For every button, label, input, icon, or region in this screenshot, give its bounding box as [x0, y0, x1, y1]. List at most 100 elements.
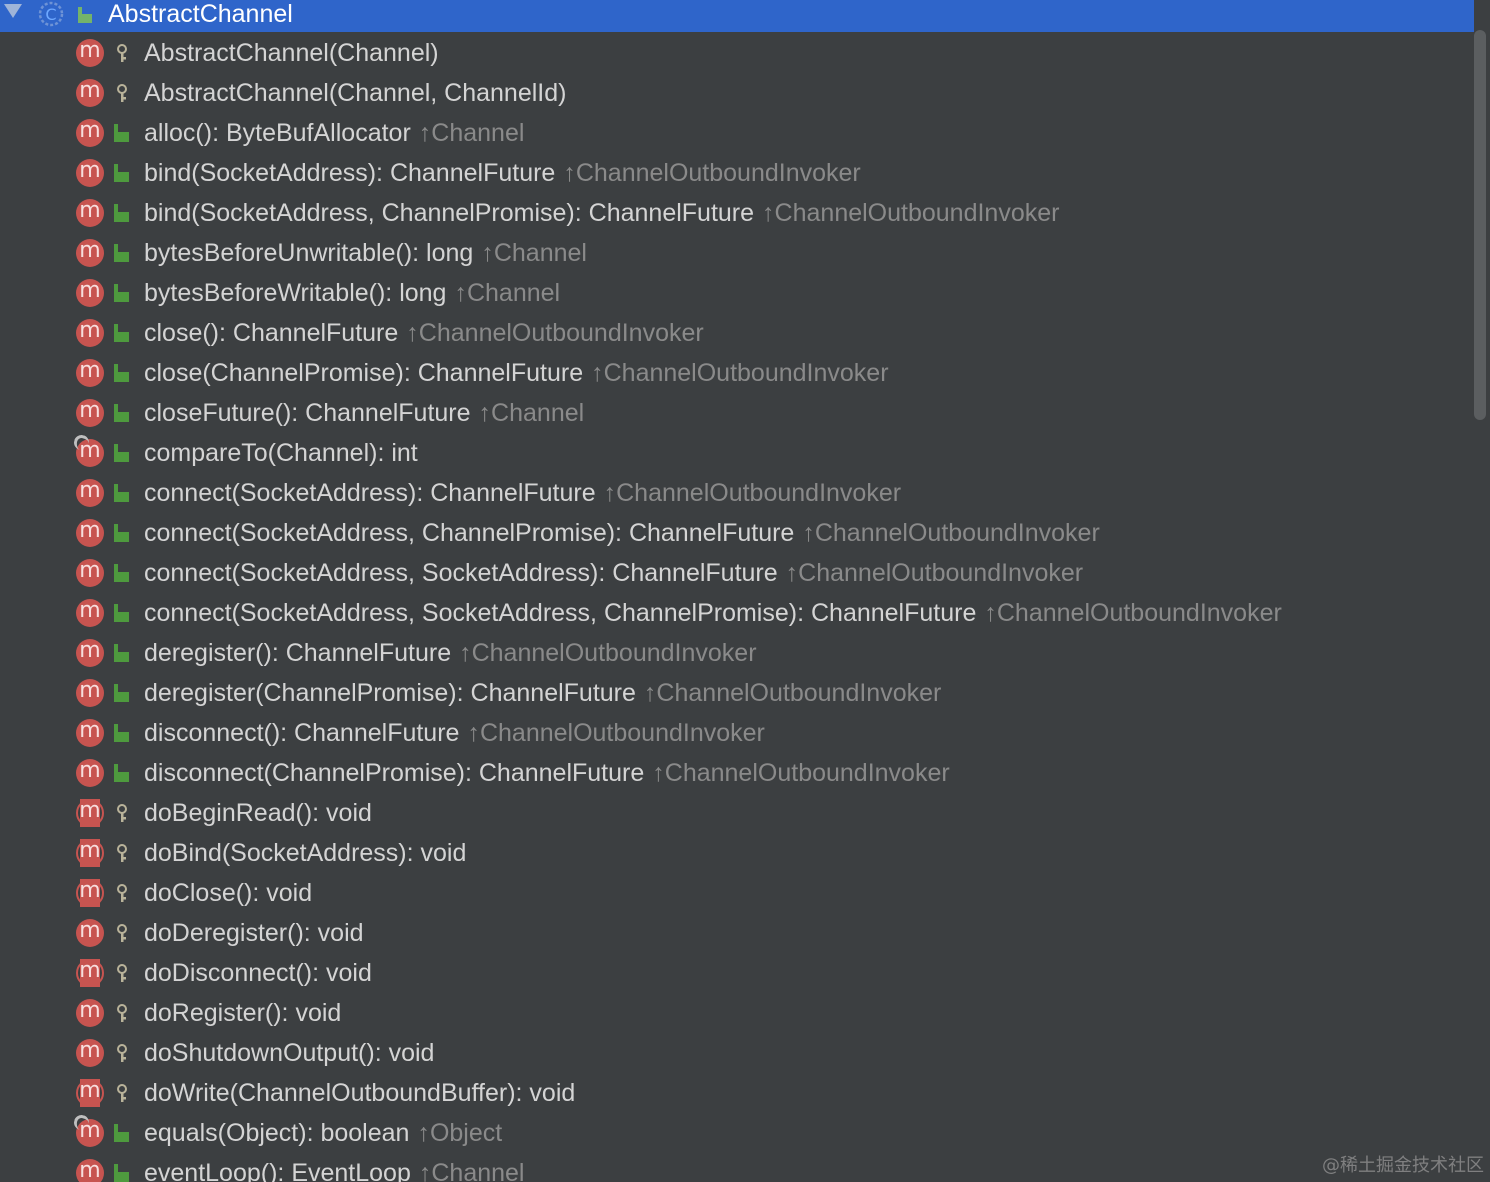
member-row[interactable]: m connect(SocketAddress): ChannelFuture ↑C… [0, 473, 1474, 513]
abstract-method-icon: m [76, 959, 104, 987]
member-signature: AbstractChannel(Channel) [144, 39, 439, 67]
member-signature: doWrite(ChannelOutboundBuffer): void [144, 1079, 576, 1107]
member-row[interactable]: m eventLoop(): EventLoop ↑Channel [0, 1153, 1474, 1182]
member-row[interactable]: m bytesBeforeWritable(): long ↑Channel [0, 273, 1474, 313]
member-text: doShutdownOutput(): void [144, 1037, 434, 1069]
member-row[interactable]: m compareTo(Channel): int [0, 433, 1474, 473]
member-row[interactable]: m doRegister(): void [0, 993, 1474, 1033]
method-icon-letter: m [79, 518, 101, 543]
protected-icon [117, 804, 127, 822]
expand-caret-icon[interactable] [4, 4, 22, 18]
abstract-method-icon: m [76, 799, 104, 827]
method-icon-letter: m [79, 438, 101, 463]
member-row[interactable]: m deregister(): ChannelFuture ↑ChannelOutb… [0, 633, 1474, 673]
inherited-from: ↑ChannelOutboundInvoker [467, 719, 765, 747]
public-icon [114, 684, 129, 702]
member-row[interactable]: m closeFuture(): ChannelFuture ↑Channel [0, 393, 1474, 433]
member-row[interactable]: m AbstractChannel(Channel, ChannelId) [0, 73, 1474, 113]
structure-panel: C AbstractChannel m AbstractChannel(Chann… [0, 0, 1490, 1182]
method-icon: m [76, 79, 104, 107]
member-row[interactable]: m deregister(ChannelPromise): ChannelFutu… [0, 673, 1474, 713]
method-icon: m [76, 239, 104, 267]
method-icon-letter: m [79, 278, 101, 303]
method-icon-letter: m [79, 358, 101, 383]
method-icon: m [76, 559, 104, 587]
member-signature: doDeregister(): void [144, 919, 364, 947]
member-signature: deregister(): ChannelFuture [144, 639, 452, 667]
public-icon [114, 284, 129, 302]
member-text: connect(SocketAddress, SocketAddress, Ch… [144, 597, 1282, 629]
member-row[interactable]: m doClose(): void [0, 873, 1474, 913]
method-icon: m [76, 1159, 104, 1182]
inherited-from: ↑ChannelOutboundInvoker [984, 599, 1282, 627]
member-row[interactable]: m doDeregister(): void [0, 913, 1474, 953]
public-icon [114, 164, 129, 182]
member-text: equals(Object): boolean ↑Object [144, 1117, 502, 1149]
class-icon: C [38, 1, 64, 27]
member-text: deregister(): ChannelFuture ↑ChannelOutbo… [144, 637, 757, 669]
method-icon-letter: m [79, 238, 101, 263]
method-icon-letter: m [79, 918, 101, 943]
member-signature: bytesBeforeUnwritable(): long [144, 239, 474, 267]
method-icon: m [76, 399, 104, 427]
member-text: doDisconnect(): void [144, 957, 372, 989]
member-signature: close(): ChannelFuture [144, 319, 399, 347]
member-row[interactable]: m close(): ChannelFuture ↑ChannelOutboundI… [0, 313, 1474, 353]
member-row[interactable]: m close(ChannelPromise): ChannelFuture ↑Ch… [0, 353, 1474, 393]
override-method-icon: m [76, 1119, 104, 1147]
member-signature: bind(SocketAddress, ChannelPromise): Cha… [144, 199, 755, 227]
member-row[interactable]: m disconnect(): ChannelFuture ↑ChannelOutb… [0, 713, 1474, 753]
method-icon: m [76, 719, 104, 747]
member-row[interactable]: m doWrite(ChannelOutboundBuffer): void [0, 1073, 1474, 1113]
vertical-scrollbar-thumb[interactable] [1474, 30, 1486, 420]
member-signature: disconnect(ChannelPromise): ChannelFutur… [144, 759, 645, 787]
member-row[interactable]: m connect(SocketAddress, SocketAddress, C… [0, 593, 1474, 633]
member-signature: bind(SocketAddress): ChannelFuture [144, 159, 556, 187]
member-text: doRegister(): void [144, 997, 341, 1029]
member-row[interactable]: m equals(Object): boolean ↑Object [0, 1113, 1474, 1153]
method-icon: m [76, 279, 104, 307]
member-row[interactable]: m bind(SocketAddress): ChannelFuture ↑Chan… [0, 153, 1474, 193]
member-text: bytesBeforeWritable(): long ↑Channel [144, 277, 560, 309]
abstract-method-icon: m [76, 839, 104, 867]
method-icon: m [76, 999, 104, 1027]
method-icon: m [76, 759, 104, 787]
member-signature: connect(SocketAddress, SocketAddress): C… [144, 559, 778, 587]
member-row[interactable]: m disconnect(ChannelPromise): ChannelFutu… [0, 753, 1474, 793]
tree-root-row[interactable]: C AbstractChannel [0, 0, 1474, 32]
member-row[interactable]: m AbstractChannel(Channel) [0, 33, 1474, 73]
member-signature: connect(SocketAddress, ChannelPromise): … [144, 519, 795, 547]
public-icon [114, 524, 129, 542]
method-icon-letter: m [79, 678, 101, 703]
member-row[interactable]: m doBeginRead(): void [0, 793, 1474, 833]
member-row[interactable]: m connect(SocketAddress, SocketAddress): … [0, 553, 1474, 593]
member-row[interactable]: m bind(SocketAddress, ChannelPromise): Ch… [0, 193, 1474, 233]
member-text: closeFuture(): ChannelFuture ↑Channel [144, 397, 584, 429]
public-icon [114, 324, 129, 342]
public-icon [114, 484, 129, 502]
protected-icon [117, 44, 127, 62]
protected-icon [117, 84, 127, 102]
method-icon: m [76, 1039, 104, 1067]
member-row[interactable]: m bytesBeforeUnwritable(): long ↑Channel [0, 233, 1474, 273]
member-text: compareTo(Channel): int [144, 437, 418, 469]
member-signature: doClose(): void [144, 879, 313, 907]
public-icon [114, 404, 129, 422]
method-icon-letter: m [79, 718, 101, 743]
member-row[interactable]: m connect(SocketAddress, ChannelPromise):… [0, 513, 1474, 553]
method-icon-letter: m [79, 478, 101, 503]
member-row[interactable]: m doDisconnect(): void [0, 953, 1474, 993]
abstract-method-icon: m [76, 879, 104, 907]
protected-icon [117, 1084, 127, 1102]
inherited-from: ↑Channel [454, 279, 561, 307]
method-icon: m [76, 599, 104, 627]
method-icon-letter: m [79, 1078, 101, 1103]
method-icon: m [76, 199, 104, 227]
member-row[interactable]: m doBind(SocketAddress): void [0, 833, 1474, 873]
member-text: connect(SocketAddress): ChannelFuture ↑Ch… [144, 477, 901, 509]
member-row[interactable]: m alloc(): ByteBufAllocator ↑Channel [0, 113, 1474, 153]
protected-icon [117, 1004, 127, 1022]
member-row[interactable]: m doShutdownOutput(): void [0, 1033, 1474, 1073]
override-method-icon: m [76, 439, 104, 467]
method-icon-letter: m [79, 318, 101, 343]
